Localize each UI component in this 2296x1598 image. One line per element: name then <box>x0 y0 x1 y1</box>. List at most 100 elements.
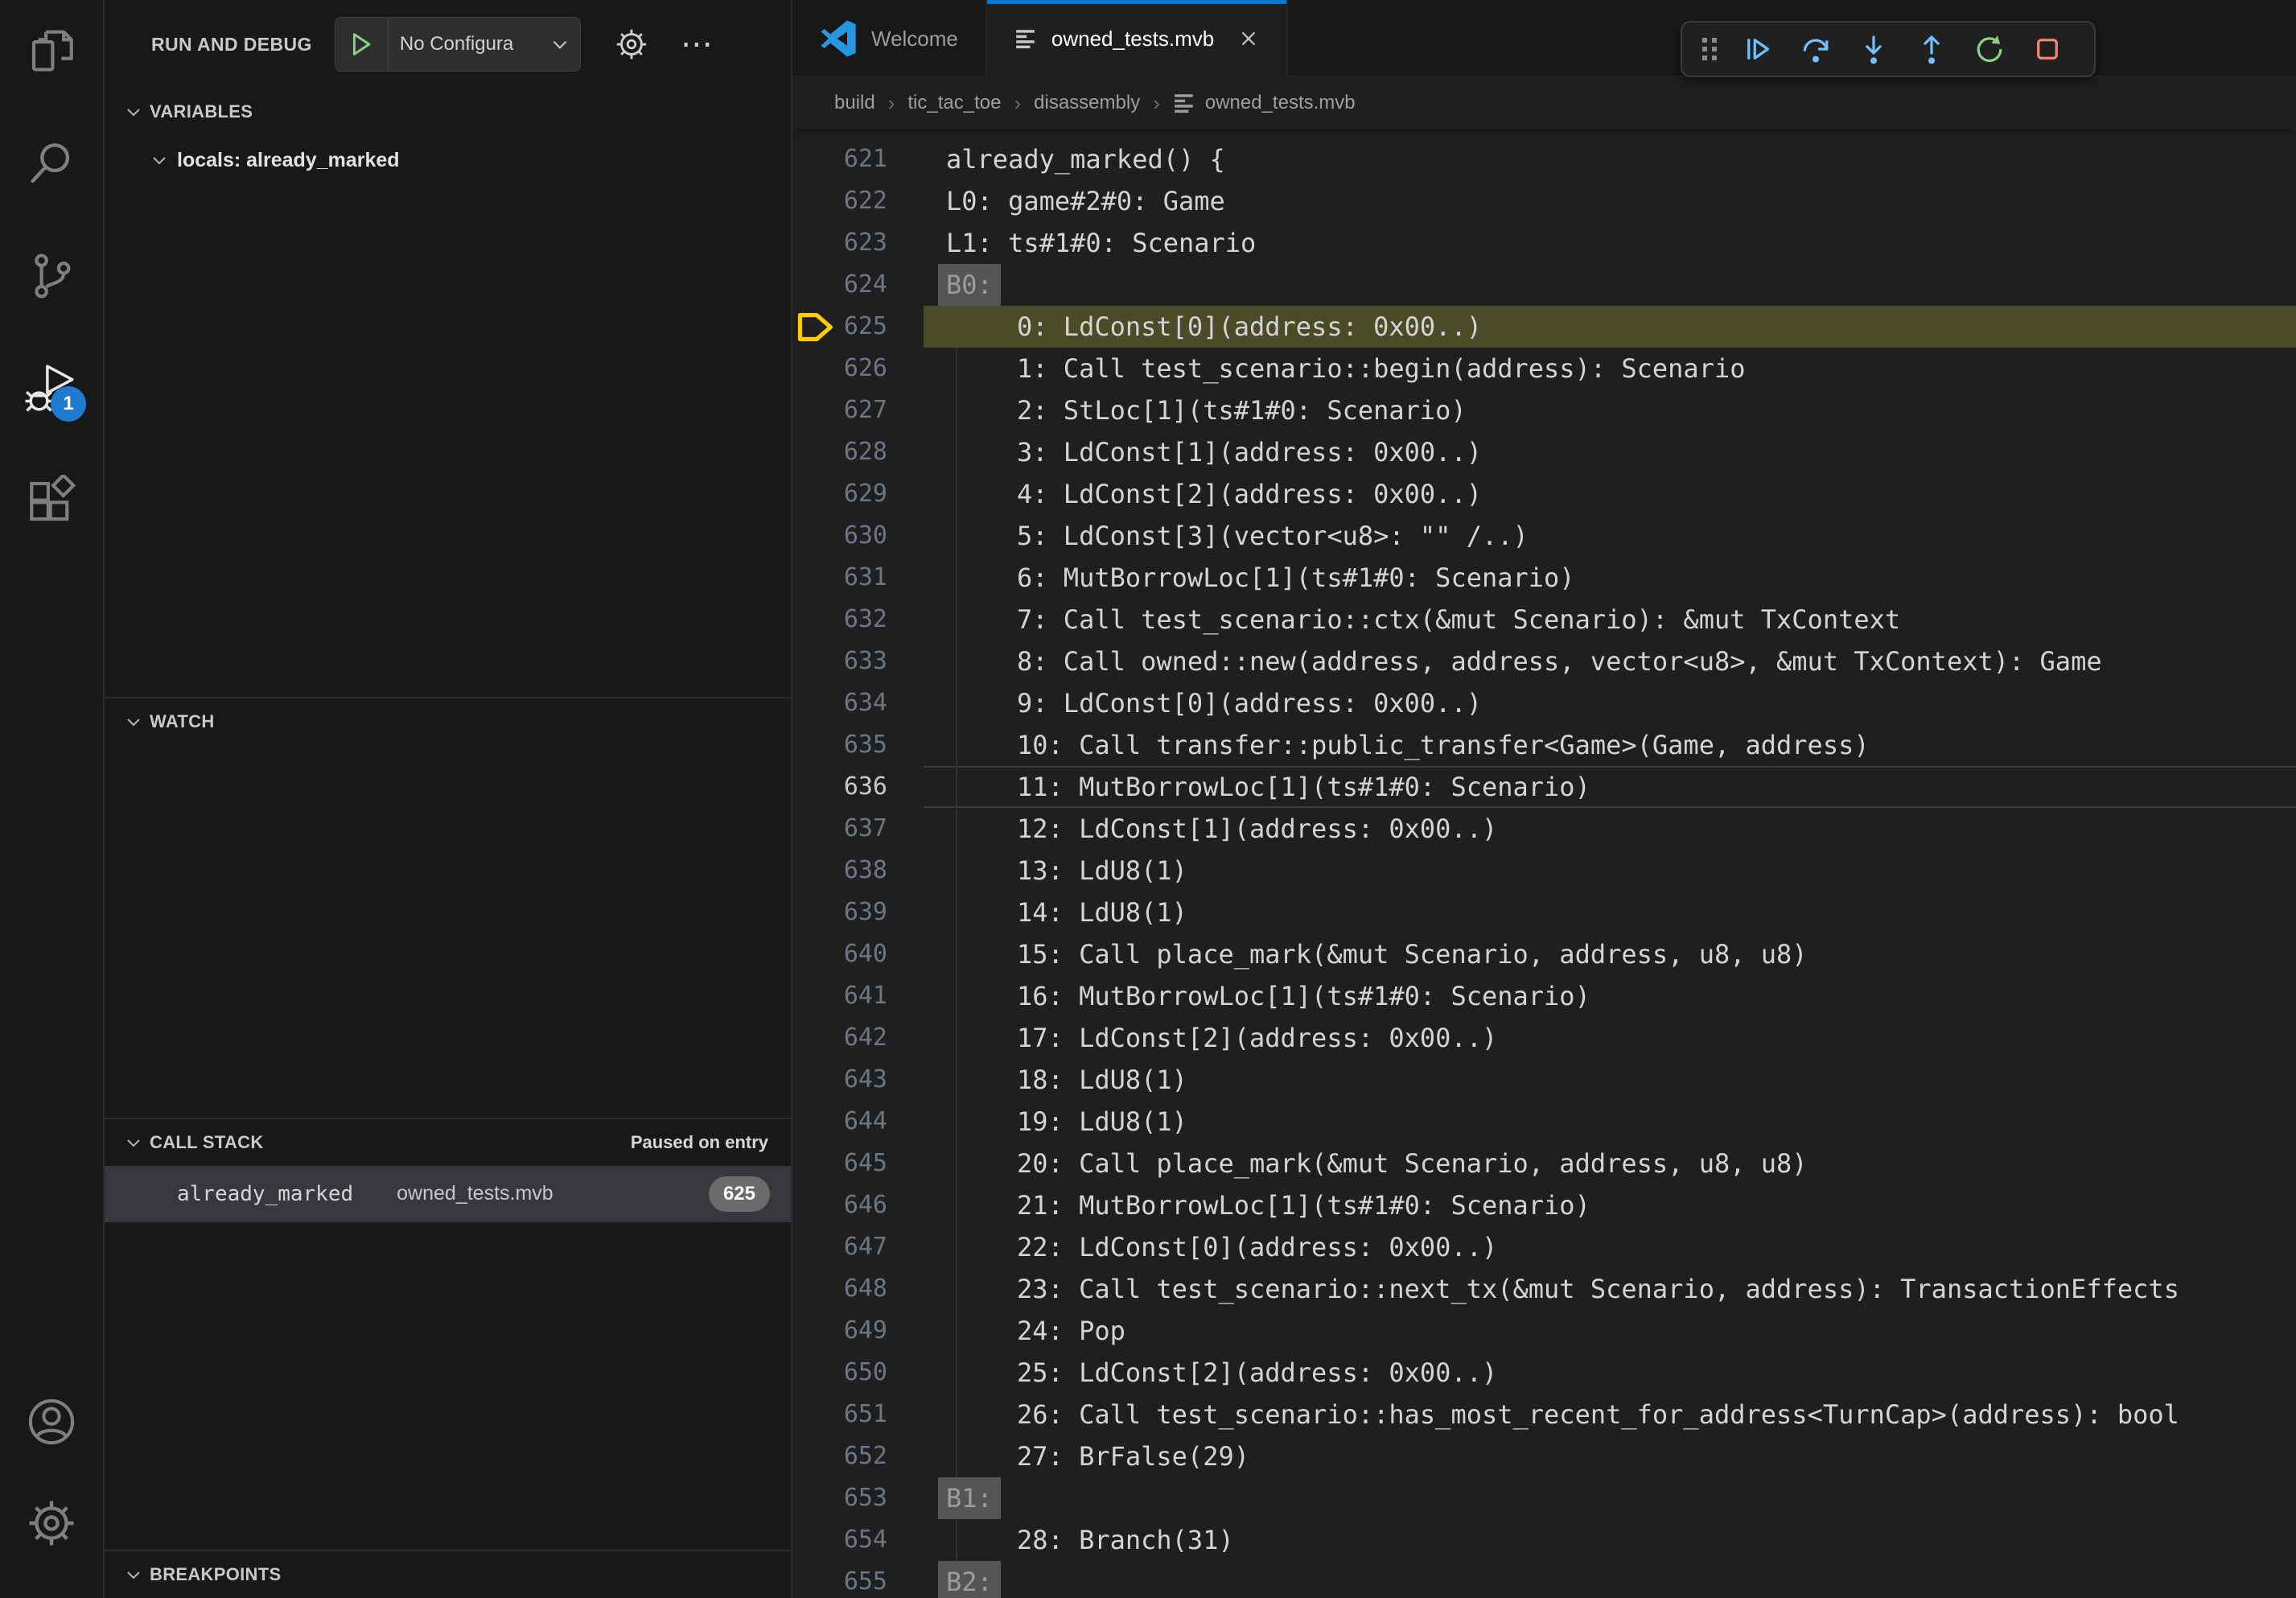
line-gutter[interactable]: 637 <box>792 808 924 850</box>
line-gutter[interactable]: 625 <box>792 306 924 348</box>
stop-button[interactable] <box>2030 31 2065 67</box>
start-debugging-icon[interactable] <box>335 18 389 71</box>
line-content[interactable]: 7: Call test_scenario::ctx(&mut Scenario… <box>924 599 2296 640</box>
tab-welcome[interactable]: Welcome <box>792 0 987 77</box>
code-line[interactable]: 64015: Call place_mark(&mut Scenario, ad… <box>792 933 2296 975</box>
line-gutter[interactable]: 628 <box>792 431 924 473</box>
step-over-button[interactable] <box>1798 31 1833 67</box>
line-gutter[interactable]: 623 <box>792 222 924 264</box>
line-gutter[interactable]: 652 <box>792 1435 924 1477</box>
code-line[interactable]: 64621: MutBorrowLoc[1](ts#1#0: Scenario) <box>792 1184 2296 1226</box>
line-content[interactable]: 17: LdConst[2](address: 0x00..) <box>924 1017 2296 1059</box>
line-content[interactable]: 18: LdU8(1) <box>924 1059 2296 1101</box>
line-content[interactable]: 10: Call transfer::public_transfer<Game>… <box>924 724 2296 766</box>
close-icon[interactable] <box>1238 28 1259 49</box>
code-line[interactable]: 63510: Call transfer::public_transfer<Ga… <box>792 724 2296 766</box>
code-editor[interactable]: 621already_marked() {622L0: game#2#0: Ga… <box>792 129 2296 1598</box>
line-content[interactable]: 20: Call place_mark(&mut Scenario, addre… <box>924 1143 2296 1184</box>
code-line[interactable]: 65025: LdConst[2](address: 0x00..) <box>792 1352 2296 1394</box>
line-content[interactable]: B1: <box>924 1477 2296 1519</box>
step-into-button[interactable] <box>1856 31 1891 67</box>
code-line[interactable]: 63611: MutBorrowLoc[1](ts#1#0: Scenario) <box>792 766 2296 808</box>
toolbar-drag-handle[interactable] <box>1700 33 1721 65</box>
line-gutter[interactable]: 651 <box>792 1394 924 1435</box>
code-line[interactable]: 63914: LdU8(1) <box>792 892 2296 933</box>
settings-gear-icon[interactable] <box>25 1497 78 1550</box>
line-content[interactable]: 14: LdU8(1) <box>924 892 2296 933</box>
code-line[interactable]: 653B1: <box>792 1477 2296 1519</box>
line-content[interactable]: 5: LdConst[3](vector<u8>: "" /..) <box>924 515 2296 557</box>
line-gutter[interactable]: 629 <box>792 473 924 515</box>
explorer-icon[interactable] <box>25 24 78 77</box>
line-gutter[interactable]: 644 <box>792 1101 924 1143</box>
line-content[interactable]: 22: LdConst[0](address: 0x00..) <box>924 1226 2296 1268</box>
line-gutter[interactable]: 645 <box>792 1143 924 1184</box>
line-gutter[interactable]: 627 <box>792 389 924 431</box>
line-gutter[interactable]: 631 <box>792 557 924 599</box>
line-content[interactable]: 13: LdU8(1) <box>924 850 2296 892</box>
line-content[interactable]: 26: Call test_scenario::has_most_recent_… <box>924 1394 2296 1435</box>
extensions-icon[interactable] <box>25 475 78 528</box>
code-line[interactable]: 64823: Call test_scenario::next_tx(&mut … <box>792 1268 2296 1310</box>
launch-configuration-dropdown[interactable]: No Configura <box>335 17 581 72</box>
restart-button[interactable] <box>1972 31 2007 67</box>
line-gutter[interactable]: 647 <box>792 1226 924 1268</box>
line-content[interactable]: 16: MutBorrowLoc[1](ts#1#0: Scenario) <box>924 975 2296 1017</box>
run-and-debug-icon[interactable]: 1 <box>25 362 78 415</box>
code-line[interactable]: 6294: LdConst[2](address: 0x00..) <box>792 473 2296 515</box>
line-content[interactable]: 25: LdConst[2](address: 0x00..) <box>924 1352 2296 1394</box>
line-gutter[interactable]: 646 <box>792 1184 924 1226</box>
line-gutter[interactable]: 640 <box>792 933 924 975</box>
line-gutter[interactable]: 621 <box>792 138 924 180</box>
line-gutter[interactable]: 642 <box>792 1017 924 1059</box>
code-line[interactable]: 65227: BrFalse(29) <box>792 1435 2296 1477</box>
more-actions-icon[interactable]: ⋯ <box>681 36 715 52</box>
line-content[interactable]: already_marked() { <box>924 138 2296 180</box>
line-gutter[interactable]: 635 <box>792 724 924 766</box>
continue-button[interactable] <box>1740 31 1775 67</box>
line-gutter[interactable]: 638 <box>792 850 924 892</box>
tab-owned-tests[interactable]: owned_tests.mvb <box>987 0 1288 77</box>
line-content[interactable]: 15: Call place_mark(&mut Scenario, addre… <box>924 933 2296 975</box>
code-line[interactable]: 623L1: ts#1#0: Scenario <box>792 222 2296 264</box>
breadcrumb-file[interactable]: owned_tests.mvb <box>1205 92 1356 114</box>
line-content[interactable]: 27: BrFalse(29) <box>924 1435 2296 1477</box>
line-content[interactable]: 24: Pop <box>924 1310 2296 1352</box>
code-line[interactable]: 6272: StLoc[1](ts#1#0: Scenario) <box>792 389 2296 431</box>
line-content[interactable]: 11: MutBorrowLoc[1](ts#1#0: Scenario) <box>924 766 2296 808</box>
line-content[interactable]: 6: MutBorrowLoc[1](ts#1#0: Scenario) <box>924 557 2296 599</box>
line-gutter[interactable]: 633 <box>792 640 924 682</box>
debug-settings-gear-icon[interactable] <box>613 26 650 63</box>
variables-section-header[interactable]: VARIABLES <box>105 89 791 135</box>
code-line[interactable]: 6338: Call owned::new(address, address, … <box>792 640 2296 682</box>
line-gutter[interactable]: 622 <box>792 180 924 222</box>
code-line[interactable]: 6250: LdConst[0](address: 0x00..) <box>792 306 2296 348</box>
code-line[interactable]: 64722: LdConst[0](address: 0x00..) <box>792 1226 2296 1268</box>
code-line[interactable]: 64520: Call place_mark(&mut Scenario, ad… <box>792 1143 2296 1184</box>
code-line[interactable]: 64116: MutBorrowLoc[1](ts#1#0: Scenario) <box>792 975 2296 1017</box>
code-line[interactable]: 6349: LdConst[0](address: 0x00..) <box>792 682 2296 724</box>
code-line[interactable]: 624B0: <box>792 264 2296 306</box>
code-line[interactable]: 64419: LdU8(1) <box>792 1101 2296 1143</box>
code-line[interactable]: 622L0: game#2#0: Game <box>792 180 2296 222</box>
line-content[interactable]: 8: Call owned::new(address, address, vec… <box>924 640 2296 682</box>
line-gutter[interactable]: 654 <box>792 1519 924 1561</box>
line-gutter[interactable]: 650 <box>792 1352 924 1394</box>
code-line[interactable]: 64924: Pop <box>792 1310 2296 1352</box>
line-content[interactable]: B2: <box>924 1561 2296 1598</box>
breadcrumb-item[interactable]: build <box>834 92 875 114</box>
line-content[interactable]: 19: LdU8(1) <box>924 1101 2296 1143</box>
line-gutter[interactable]: 630 <box>792 515 924 557</box>
code-line[interactable]: 65126: Call test_scenario::has_most_rece… <box>792 1394 2296 1435</box>
line-gutter[interactable]: 639 <box>792 892 924 933</box>
line-content[interactable]: 9: LdConst[0](address: 0x00..) <box>924 682 2296 724</box>
code-line[interactable]: 64217: LdConst[2](address: 0x00..) <box>792 1017 2296 1059</box>
breadcrumb-item[interactable]: tic_tac_toe <box>907 92 1001 114</box>
search-icon[interactable] <box>25 137 78 190</box>
line-gutter[interactable]: 648 <box>792 1268 924 1310</box>
code-line[interactable]: 6283: LdConst[1](address: 0x00..) <box>792 431 2296 473</box>
code-line[interactable]: 6305: LdConst[3](vector<u8>: "" /..) <box>792 515 2296 557</box>
code-line[interactable]: 6261: Call test_scenario::begin(address)… <box>792 348 2296 389</box>
line-content[interactable]: L1: ts#1#0: Scenario <box>924 222 2296 264</box>
line-content[interactable]: 4: LdConst[2](address: 0x00..) <box>924 473 2296 515</box>
